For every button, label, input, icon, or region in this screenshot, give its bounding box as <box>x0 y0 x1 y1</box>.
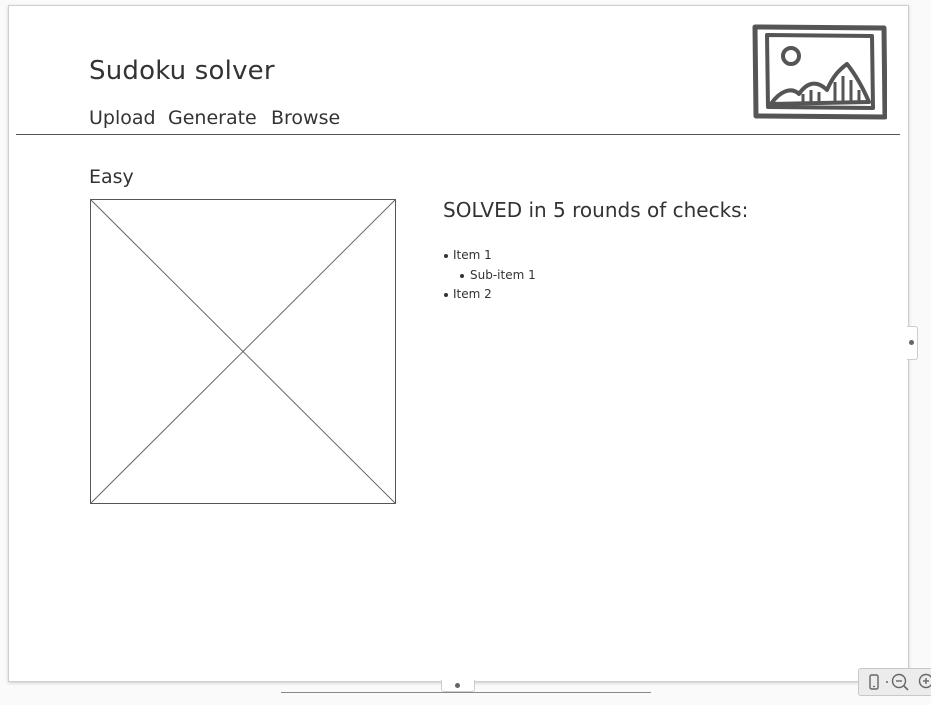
image-icon <box>752 24 888 120</box>
handle-dot-icon <box>909 340 914 345</box>
solve-status-heading: SOLVED in 5 rounds of checks: <box>443 198 749 222</box>
image-placeholder-icon <box>90 199 396 504</box>
app-title: Sudoku solver <box>89 56 275 86</box>
nav-upload-link[interactable]: Upload <box>89 107 156 129</box>
nav-generate-link[interactable]: Generate <box>168 107 257 129</box>
right-panel-toggle[interactable] <box>907 326 918 360</box>
list-item: Item 1 <box>443 246 536 266</box>
zoom-out-icon[interactable] <box>890 672 910 692</box>
device-icon[interactable] <box>864 672 884 692</box>
difficulty-label: Easy <box>89 166 134 188</box>
zoom-in-icon[interactable] <box>917 672 931 692</box>
bottom-scroll-track[interactable] <box>281 692 651 693</box>
zoom-controls <box>858 668 931 696</box>
mockup-page: Sudoku solver Upload Generate Browse Eas… <box>8 5 909 682</box>
list-item: Item 2 <box>443 285 536 305</box>
handle-dot-icon <box>455 683 460 688</box>
logo-image-icon <box>751 24 888 120</box>
sudoku-board-image-placeholder <box>90 199 396 504</box>
bottom-panel-toggle[interactable] <box>441 680 475 692</box>
separator-dot <box>886 681 888 683</box>
list-sub-item: Sub-item 1 <box>443 266 536 286</box>
check-rounds-list: Item 1 Sub-item 1 Item 2 <box>443 246 536 305</box>
canvas: Sudoku solver Upload Generate Browse Eas… <box>0 0 931 705</box>
nav-browse-link[interactable]: Browse <box>271 107 340 129</box>
header-divider <box>16 134 900 135</box>
